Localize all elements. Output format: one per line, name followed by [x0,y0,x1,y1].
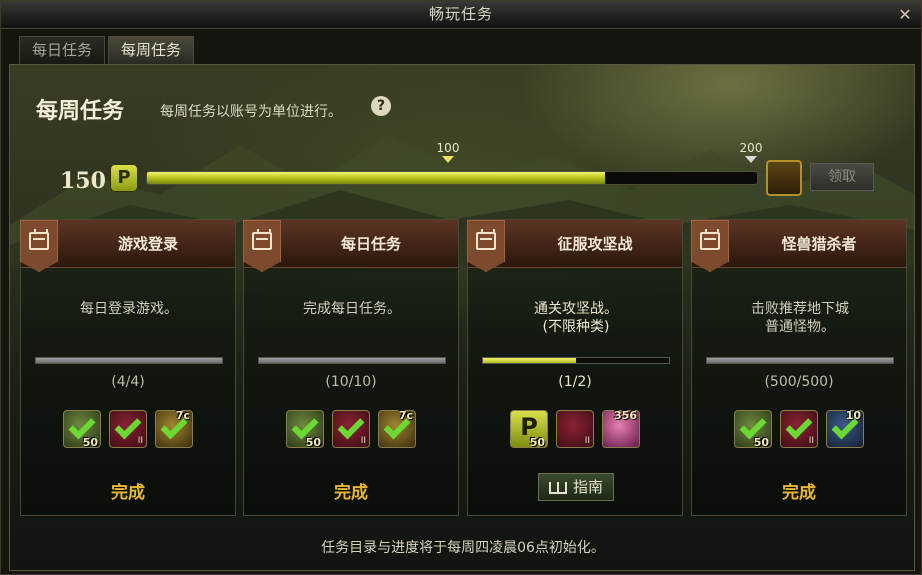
reward-tag: 10 [845,409,861,422]
quest-progress-fill [483,358,576,363]
quest-description: 击败推荐地下城 普通怪物。 [751,301,849,335]
milestone-arrow-icon [745,156,757,163]
quest-card: 怪兽猎杀者 击败推荐地下城 普通怪物。 (500/500) 50 II 10 完成 [691,219,907,516]
calendar-icon [20,220,58,272]
p-point-icon: P [110,164,138,192]
milestone-200: 200 [731,141,771,163]
quest-progress-fill [707,358,893,363]
quest-description: 通关攻坚战。 (不限种类) [534,301,618,335]
quest-progress-bar [35,357,223,364]
reward-quantity: 50 [529,436,545,449]
close-button[interactable]: ✕ [895,5,915,25]
red-crystal-reward-icon[interactable]: II [780,410,818,448]
reward-grade: II [584,436,590,446]
calendar-icon [691,220,729,272]
reward-quantity: 50 [82,436,98,449]
quest-count: (1/2) [558,374,592,390]
quest-card-header: 征服攻坚战 [467,220,682,272]
quest-title: 每日任务 [340,235,401,253]
tab-bar: 每日任务 每周任务 [19,36,195,64]
quest-title: 怪兽猎杀者 [781,235,857,253]
claim-button[interactable]: 领取 [810,163,874,191]
milestone-arrow-icon [442,156,454,163]
reset-notice: 任务目录与进度将于每周四凌晨06点初始化。 [321,540,605,556]
quest-card-header: 游戏登录 [20,220,235,272]
reward-list: P 50 II 356 [468,409,682,450]
book-icon [548,481,567,494]
milestone-label: 200 [739,141,763,155]
tab-weekly[interactable]: 每周任务 [108,36,195,64]
quest-title: 游戏登录 [117,235,178,253]
title-bar[interactable]: 畅玩任务 ✕ [1,1,921,29]
quest-card: 游戏登录 每日登录游戏。 (4/4) 50 II 7c 完成 [20,219,236,516]
quest-description: 每日登录游戏。 [80,301,178,317]
quest-progress-bar [258,357,446,364]
reward-quantity: 50 [753,436,769,449]
reward-tag: 7c [398,409,413,422]
red-crystal-reward-icon[interactable]: II [109,410,147,448]
gem-reward-icon[interactable]: 50 [63,410,101,449]
quest-progress-fill [36,358,222,363]
reward-tag: 356 [614,409,637,422]
calendar-icon [243,220,281,272]
reward-grade: II [360,436,366,446]
reward-tag: 7c [175,409,190,422]
gem-reward-icon[interactable]: 50 [286,410,324,449]
gold-ticket-reward-icon[interactable]: 7c [378,409,416,448]
guide-label: 指南 [572,478,603,496]
quest-card: 每日任务 完成每日任务。 (10/10) 50 II 7c 完成 [243,219,459,516]
page-title: 每周任务 [36,98,125,124]
quest-card: 征服攻坚战 通关攻坚战。 (不限种类) (1/2) P 50 II 356 指南 [467,219,683,516]
reward-list: 50 II 7c [21,409,235,450]
red-crystal-reward-icon[interactable]: II [332,410,370,448]
window-title: 畅玩任务 [428,5,493,23]
quest-card-header: 每日任务 [243,220,458,272]
weekly-quest-window: 畅玩任务 ✕ 每日任务 每周任务 每周任务 每周任务以账号为单位进行。 ? 15… [0,0,922,575]
quest-count: (10/10) [325,374,377,390]
gem-reward-icon[interactable]: 50 [734,410,772,449]
quest-progress-bar [482,357,670,364]
gold-ticket-reward-icon[interactable]: 7c [155,409,193,448]
quest-description: 完成每日任务。 [303,301,401,317]
quest-card-header: 怪兽猎杀者 [691,220,906,272]
tab-daily[interactable]: 每日任务 [19,36,106,64]
milestone-label: 100 [436,141,460,155]
red-crystal-reward-icon[interactable]: II [556,410,594,448]
weekly-progress-fill [147,172,605,184]
weekly-progress-bar [146,171,758,185]
reward-grade: II [137,436,143,446]
pink-crystal-reward-icon[interactable]: 356 [602,409,640,448]
calendar-icon [467,220,505,272]
guide-button[interactable]: 指南 [538,473,614,501]
help-icon[interactable]: ? [371,96,391,116]
page-subtitle: 每周任务以账号为单位进行。 [160,104,342,120]
reward-grade: II [808,436,814,446]
blue-ticket-reward-icon[interactable]: 10 [826,409,864,448]
reward-list: 50 II 7c [244,409,458,450]
reward-quantity: 50 [305,436,321,449]
quest-complete-label: 完成 [111,483,145,503]
milestone-100: 100 [428,141,468,163]
quest-count: (500/500) [764,374,834,390]
quest-progress-fill [259,358,445,363]
points-value: 150 [60,168,106,194]
treasure-chest-icon[interactable] [766,160,802,196]
reward-list: 50 II 10 [692,409,906,450]
quest-count: (4/4) [111,374,145,390]
quest-complete-label: 完成 [782,483,816,503]
quest-title: 征服攻坚战 [557,235,633,253]
quest-progress-bar [706,357,894,364]
weekly-quest-panel: 每周任务 每周任务以账号为单位进行。 ? 150 P 100 200 领取 游戏… [9,64,915,571]
p-point-reward-icon[interactable]: P 50 [510,410,548,449]
quest-complete-label: 完成 [334,483,368,503]
close-icon: ✕ [898,5,912,24]
